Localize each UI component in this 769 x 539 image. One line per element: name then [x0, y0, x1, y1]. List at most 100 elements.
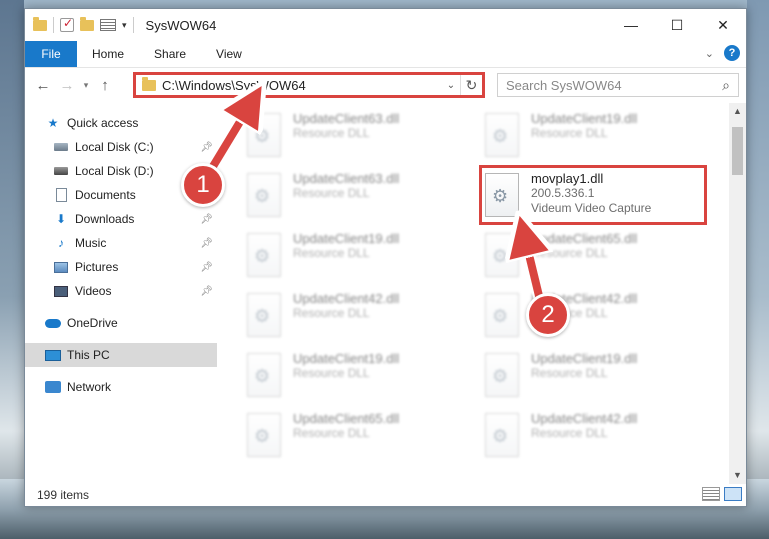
file-name: UpdateClient19.dll [293, 351, 400, 366]
file-name: UpdateClient19.dll [531, 351, 638, 366]
nav-this-pc[interactable]: This PC [25, 343, 217, 367]
nav-label: Videos [75, 284, 112, 298]
file-name: UpdateClient63.dll [293, 111, 400, 126]
navigation-pane: ★ Quick access Local Disk (C:) 📌︎ Local … [25, 103, 217, 484]
step-2-badge: 2 [526, 293, 570, 337]
large-icons-view-icon[interactable] [724, 487, 742, 501]
file-name: UpdateClient42.dll [531, 411, 638, 426]
nav-network[interactable]: Network [25, 375, 217, 399]
dll-file-icon [485, 413, 519, 457]
nav-label: Quick access [67, 116, 139, 130]
nav-music[interactable]: ♪ Music 📌︎ [25, 231, 217, 255]
dll-file-icon [247, 413, 281, 457]
dll-file-icon [485, 353, 519, 397]
file-item[interactable]: UpdateClient19.dllResource DLL [485, 349, 685, 405]
nav-label: Network [67, 380, 112, 394]
search-placeholder[interactable]: Search SysWOW64 [506, 78, 722, 93]
toolbar-divider [53, 17, 54, 33]
drive-icon [53, 164, 69, 178]
pin-icon: 📌︎ [200, 141, 213, 153]
file-list: UpdateClient63.dllResource DLL UpdateCli… [217, 103, 746, 484]
scroll-thumb[interactable] [732, 127, 743, 175]
customize-icon[interactable] [100, 19, 116, 31]
file-type: Resource DLL [293, 306, 370, 320]
dll-file-icon [485, 113, 519, 157]
scroll-up-icon[interactable]: ▲ [729, 103, 746, 120]
folder-icon[interactable] [33, 16, 47, 31]
nav-local-disk-c[interactable]: Local Disk (C:) 📌︎ [25, 135, 217, 159]
cloud-icon [45, 316, 61, 330]
dll-file-icon [485, 293, 519, 337]
pin-icon: 📌︎ [200, 285, 213, 297]
chevron-down-icon[interactable]: ▾ [122, 20, 127, 31]
forward-arrow-icon[interactable]: → [55, 77, 79, 94]
file-type: Resource DLL [293, 426, 370, 440]
toolbar-divider [132, 17, 134, 33]
nav-label: Pictures [75, 260, 119, 274]
tab-file[interactable]: File [25, 41, 77, 67]
nav-onedrive[interactable]: OneDrive [25, 311, 217, 335]
recent-locations-chevron-icon[interactable]: ▾ [79, 80, 93, 91]
pictures-icon [53, 260, 69, 274]
file-item[interactable]: UpdateClient42.dllResource DLL [485, 289, 685, 345]
file-name: UpdateClient63.dll [293, 171, 400, 186]
tab-home[interactable]: Home [77, 41, 139, 67]
file-type: Resource DLL [531, 246, 608, 260]
nav-videos[interactable]: Videos 📌︎ [25, 279, 217, 303]
nav-pictures[interactable]: Pictures 📌︎ [25, 255, 217, 279]
dll-file-icon [485, 233, 519, 277]
vertical-scrollbar[interactable]: ▲ ▼ [729, 103, 746, 484]
search-icon[interactable]: ⌕ [722, 77, 730, 94]
scroll-down-icon[interactable]: ▼ [729, 467, 746, 484]
documents-icon [53, 188, 69, 202]
close-button[interactable]: ✕ [700, 9, 746, 41]
nav-label: Documents [75, 188, 136, 202]
file-item[interactable]: UpdateClient42.dllResource DLL [247, 289, 447, 345]
maximize-button[interactable]: ☐ [654, 9, 700, 41]
help-icon[interactable]: ? [724, 45, 740, 61]
address-path[interactable]: C:\Windows\SysWOW64 [162, 78, 442, 93]
new-folder-icon[interactable] [80, 16, 94, 31]
nav-label: Local Disk (C:) [75, 140, 154, 154]
nav-label: Downloads [75, 212, 135, 226]
address-dropdown-icon[interactable]: ⌄ [442, 80, 460, 91]
file-name: UpdateClient65.dll [293, 411, 400, 426]
file-type: Resource DLL [531, 426, 608, 440]
nav-downloads[interactable]: ⬇ Downloads 📌︎ [25, 207, 217, 231]
expand-ribbon-icon[interactable]: ⌄ [705, 47, 714, 60]
file-type: Resource DLL [531, 126, 608, 140]
file-highlight-box [479, 165, 707, 225]
dll-file-icon [247, 173, 281, 217]
file-item[interactable]: UpdateClient65.dllResource DLL [485, 229, 685, 285]
file-name: UpdateClient42.dll [293, 291, 400, 306]
file-item[interactable]: UpdateClient19.dllResource DLL [247, 229, 447, 285]
up-arrow-icon[interactable]: ↑ [93, 77, 117, 94]
details-view-icon[interactable] [702, 487, 720, 501]
drive-icon [53, 140, 69, 154]
file-item[interactable]: UpdateClient63.dllResource DLL [247, 169, 447, 225]
nav-quick-access[interactable]: ★ Quick access [25, 111, 217, 135]
tab-view[interactable]: View [201, 41, 257, 67]
star-icon: ★ [47, 116, 59, 130]
back-arrow-icon[interactable]: ← [31, 77, 55, 94]
item-count: 199 items [37, 488, 90, 502]
refresh-icon[interactable]: ↻ [460, 75, 482, 95]
tab-share[interactable]: Share [139, 41, 201, 67]
nav-label: OneDrive [67, 316, 118, 330]
dll-file-icon [247, 293, 281, 337]
file-type: Resource DLL [531, 366, 608, 380]
quick-access-toolbar: ▾ [25, 16, 134, 33]
properties-check-icon[interactable] [60, 16, 74, 32]
download-icon: ⬇ [55, 212, 67, 226]
pc-icon [45, 348, 61, 362]
address-bar[interactable]: C:\Windows\SysWOW64 ⌄ ↻ [133, 72, 485, 98]
file-item[interactable]: UpdateClient19.dllResource DLL [247, 349, 447, 405]
file-item[interactable]: UpdateClient19.dllResource DLL [485, 109, 685, 165]
search-input[interactable]: Search SysWOW64 ⌕ [497, 73, 739, 97]
file-name: UpdateClient19.dll [531, 111, 638, 126]
pin-icon: 📌︎ [200, 237, 213, 249]
file-item[interactable]: UpdateClient65.dllResource DLL [247, 409, 447, 465]
file-item[interactable]: UpdateClient42.dllResource DLL [485, 409, 685, 465]
minimize-button[interactable]: — [608, 9, 654, 41]
file-item[interactable]: UpdateClient63.dllResource DLL [247, 109, 447, 165]
